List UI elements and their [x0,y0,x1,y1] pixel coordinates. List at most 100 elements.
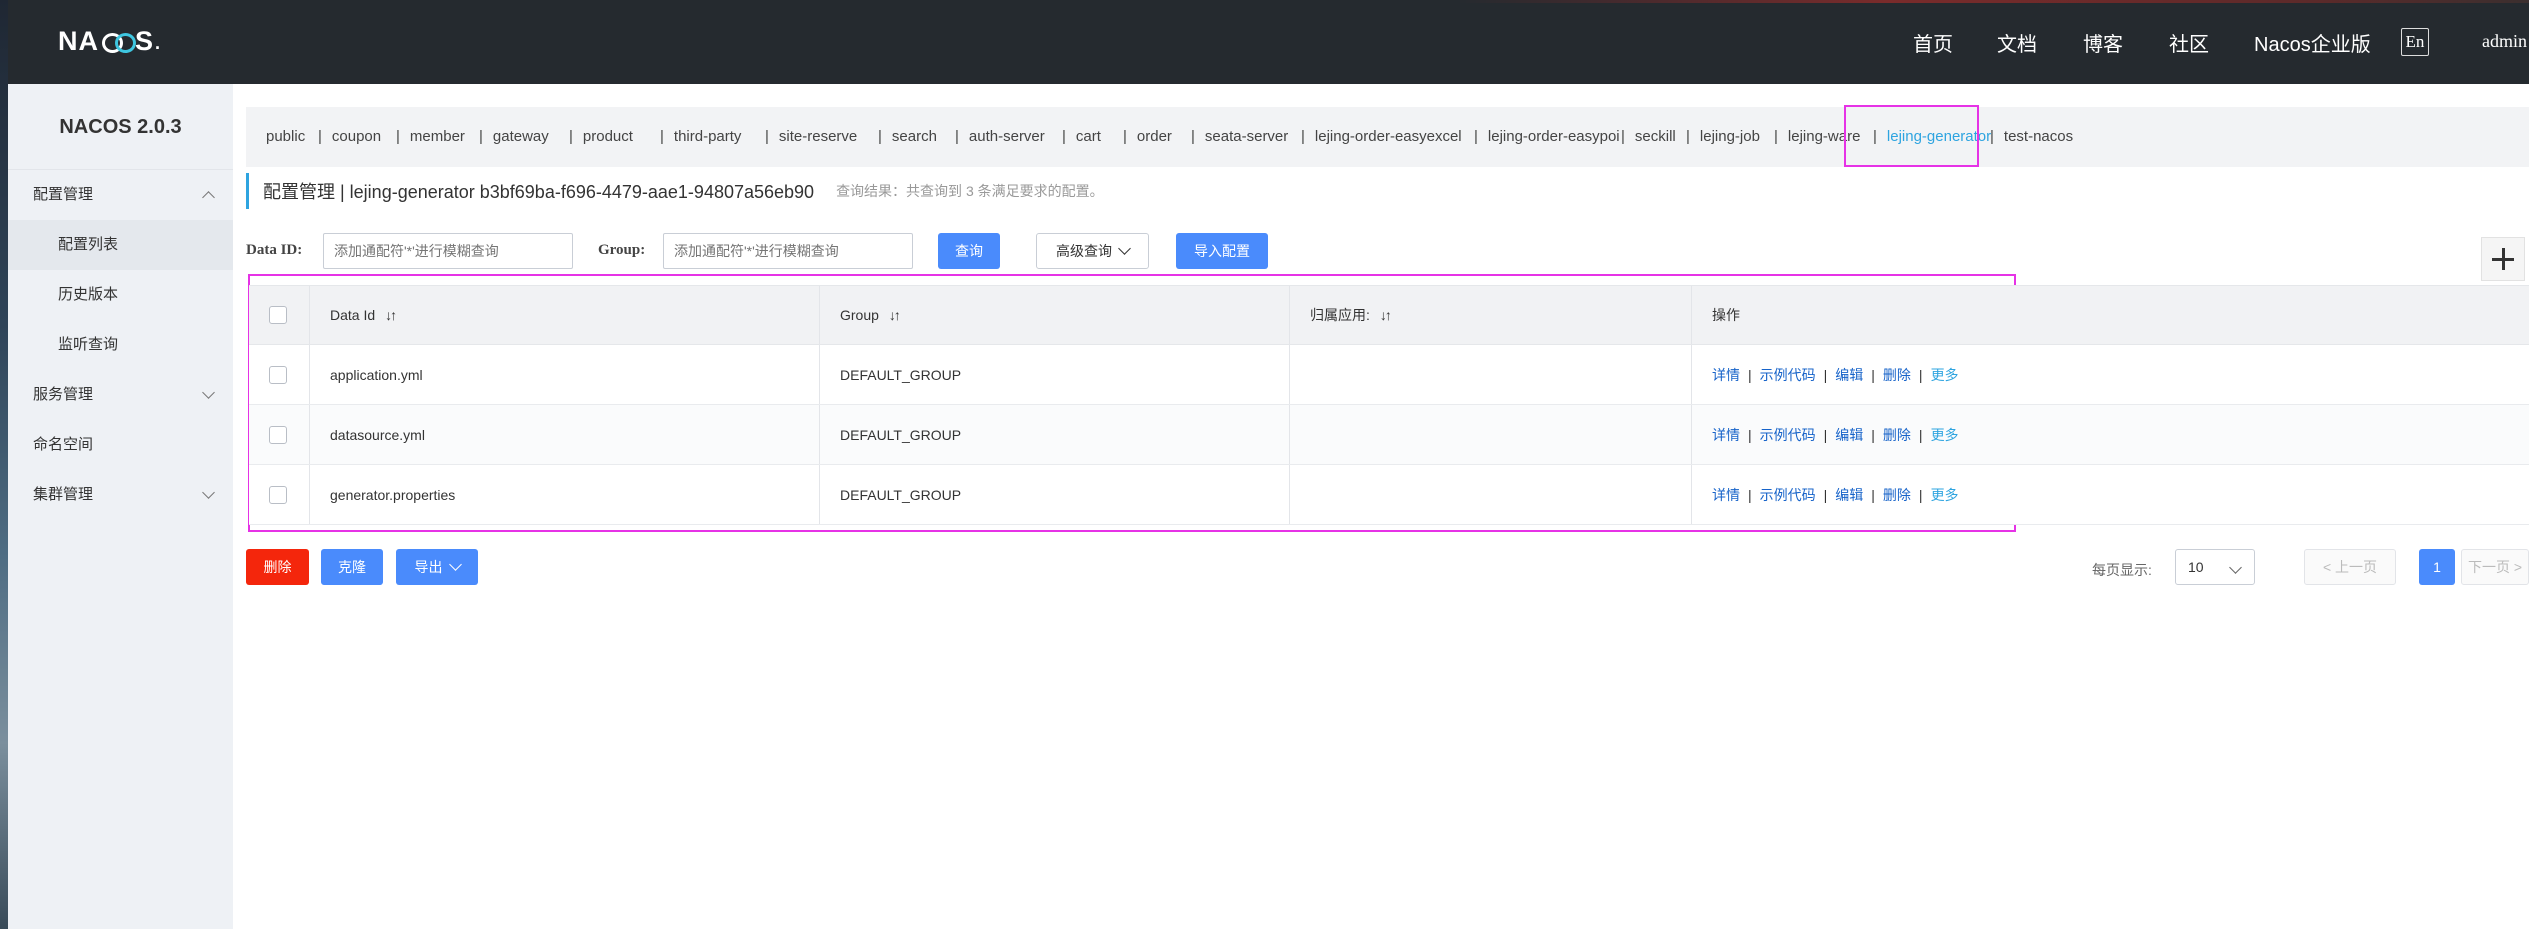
cell-ops: 详情 | 示例代码 | 编辑 | 删除 | 更多 [1691,405,2529,464]
namespace-public[interactable]: public [266,107,305,167]
nav-docs[interactable]: 文档 [1997,28,2037,57]
sidebar: NACOS 2.0.3 配置管理 配置列表 历史版本 监听查询 服务管理 命名空… [8,84,233,929]
page-number-current[interactable]: 1 [2419,549,2455,585]
sample-code-link[interactable]: 示例代码 [1760,425,1816,445]
delete-link[interactable]: 删除 [1883,425,1911,445]
sort-icon[interactable]: ↓↑ [889,307,901,323]
chevron-right-icon: > [2513,559,2523,575]
more-link[interactable]: 更多 [1931,485,1959,505]
namespace-lejing-order-easyexcel[interactable]: | lejing-order-easyexcel [1301,107,1462,167]
detail-link[interactable]: 详情 [1712,425,1740,445]
cell-app [1289,405,1691,464]
namespace-bar: public | coupon | member | gateway | product… [246,107,2529,167]
namespace-gateway[interactable]: | gateway [479,107,549,167]
sidebar-item-history[interactable]: 历史版本 [8,270,233,320]
data-id-input[interactable] [323,233,573,269]
namespace-site-reserve[interactable]: | site-reserve [765,107,857,167]
chevron-down-icon [2229,561,2242,574]
column-header-app[interactable]: 归属应用: ↓↑ [1289,286,1691,344]
page-size-select[interactable]: 10 [2175,549,2255,585]
cell-group: DEFAULT_GROUP [819,465,1289,524]
column-header-group[interactable]: Group ↓↑ [819,286,1289,344]
sidebar-item-label: 配置列表 [58,236,119,253]
row-select-cell [249,405,309,464]
nav-enterprise[interactable]: Nacos企业版 [2254,28,2371,57]
next-page-button[interactable]: 下一页 > [2461,549,2529,585]
edit-link[interactable]: 编辑 [1835,425,1863,445]
namespace-auth-server[interactable]: | auth-server [955,107,1045,167]
add-config-plus-icon[interactable] [2481,237,2525,281]
main-content: public | coupon | member | gateway | product… [233,84,2529,929]
sidebar-item-cluster-management[interactable]: 集群管理 [8,470,233,520]
select-all-checkbox[interactable] [269,306,287,324]
nacos-logo[interactable]: NA S. [58,24,161,58]
chevron-down-icon [1118,242,1131,255]
page-title: 配置管理 | lejing-generator b3bf69ba-f696-44… [263,182,815,202]
namespace-seata-server[interactable]: | seata-server [1191,107,1288,167]
namespace-third-party[interactable]: | third-party [660,107,741,167]
namespace-lejing-order-easypoi[interactable]: | lejing-order-easypoi [1474,107,1620,167]
table-row: generator.properties DEFAULT_GROUP 详情 | 示… [249,465,2529,525]
edit-link[interactable]: 编辑 [1835,485,1863,505]
sidebar-item-config-management[interactable]: 配置管理 [8,170,233,220]
chevron-down-icon [202,486,215,499]
namespace-seckill[interactable]: | seckill [1621,107,1676,167]
row-select-cell [249,465,309,524]
cell-app [1289,345,1691,404]
namespace-order[interactable]: | order [1123,107,1172,167]
sidebar-item-label: 集群管理 [33,486,94,503]
sidebar-item-label: 配置管理 [33,186,94,203]
page-size-label: 每页显示: [2092,562,2152,578]
column-header-data-id[interactable]: Data Id ↓↑ [309,286,819,344]
sidebar-item-service-management[interactable]: 服务管理 [8,370,233,420]
detail-link[interactable]: 详情 [1712,485,1740,505]
cell-data-id: application.yml [309,345,819,404]
edit-link[interactable]: 编辑 [1835,365,1863,385]
chevron-left-icon: < [2322,559,2332,575]
search-button[interactable]: 查询 [938,233,1000,269]
sample-code-link[interactable]: 示例代码 [1760,485,1816,505]
sidebar-item-namespace[interactable]: 命名空间 [8,420,233,470]
advanced-search-button[interactable]: 高级查询 [1036,233,1149,269]
more-link[interactable]: 更多 [1931,365,1959,385]
sidebar-item-config-list[interactable]: 配置列表 [8,220,233,270]
sidebar-item-listener-query[interactable]: 监听查询 [8,320,233,370]
namespace-coupon[interactable]: | coupon [318,107,381,167]
namespace-product[interactable]: | product [569,107,633,167]
nav-community[interactable]: 社区 [2169,28,2209,57]
sample-code-link[interactable]: 示例代码 [1760,365,1816,385]
row-checkbox[interactable] [269,425,287,444]
namespace-test-nacos[interactable]: | test-nacos [1990,107,2073,167]
prev-page-button[interactable]: < 上一页 [2304,549,2396,585]
row-checkbox[interactable] [269,365,287,384]
batch-delete-button[interactable]: 删除 [246,549,309,585]
nav-blog[interactable]: 博客 [2083,28,2123,57]
delete-link[interactable]: 删除 [1883,485,1911,505]
row-checkbox[interactable] [269,485,287,504]
sidebar-item-label: 历史版本 [58,286,119,303]
active-namespace-highlight-box [1844,105,1979,167]
sort-icon[interactable]: ↓↑ [385,307,397,323]
config-table: Data Id ↓↑ Group ↓↑ 归属应用: ↓↑ 操作 application… [249,285,2529,525]
table-footer: 删除 克隆 导出 每页显示: 10 < 上一页 1 下一页 > [246,549,2529,585]
desktop-background-strip [0,0,8,929]
logo-infinity-icon [100,32,136,53]
sort-icon[interactable]: ↓↑ [1380,307,1392,323]
detail-link[interactable]: 详情 [1712,365,1740,385]
group-input[interactable] [663,233,913,269]
more-link[interactable]: 更多 [1931,425,1959,445]
clone-button[interactable]: 克隆 [321,549,383,585]
delete-link[interactable]: 删除 [1883,365,1911,385]
language-toggle-button[interactable]: En [2401,28,2429,56]
row-select-cell [249,345,309,404]
export-button[interactable]: 导出 [396,549,478,585]
select-all-cell [249,286,309,344]
user-menu[interactable]: admin [2482,31,2527,52]
namespace-search[interactable]: | search [878,107,937,167]
import-config-button[interactable]: 导入配置 [1176,233,1268,269]
namespace-cart[interactable]: | cart [1062,107,1101,167]
namespace-lejing-job[interactable]: | lejing-job [1686,107,1760,167]
logo-dot: . [155,33,162,53]
namespace-member[interactable]: | member [396,107,465,167]
nav-home[interactable]: 首页 [1913,28,1953,57]
